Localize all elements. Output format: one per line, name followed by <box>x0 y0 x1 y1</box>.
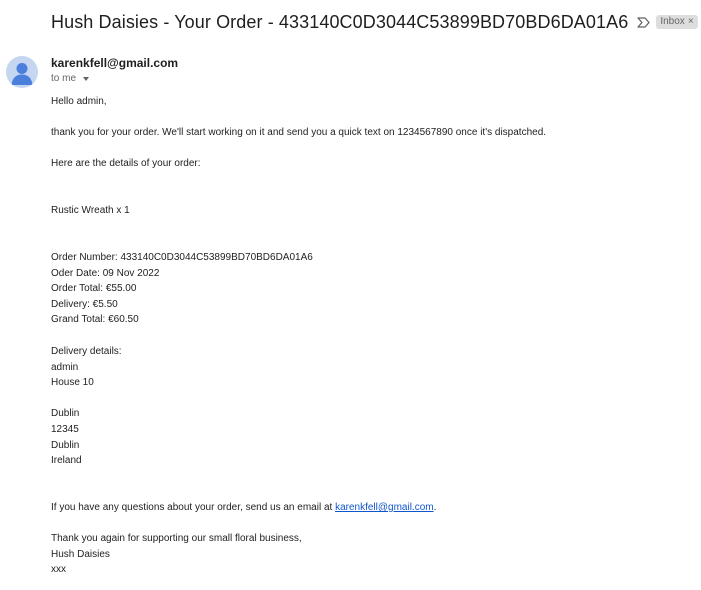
address-line: Dublin <box>51 439 80 451</box>
chevron-down-icon[interactable] <box>83 77 90 81</box>
details-heading: Here are the details of your order: <box>51 158 201 169</box>
questions-suffix: . <box>433 502 437 513</box>
sender-avatar[interactable] <box>6 56 38 88</box>
greeting-text: Hello admin, <box>51 96 107 107</box>
recipient-details-toggle[interactable]: to me <box>51 73 90 84</box>
sender-email[interactable]: karenkfell@gmail.com <box>51 56 178 70</box>
signature-text: Hush Daisies <box>51 548 110 560</box>
recipient-label: to me <box>51 73 77 84</box>
order-number: Order Number: 433140C0D3044C53899BD70BD6… <box>51 252 313 263</box>
signoff-text: xxx <box>51 564 66 576</box>
remove-label-button[interactable]: × <box>688 16 694 28</box>
inbox-label-chip: Inbox × <box>656 15 698 29</box>
intro-text: thank you for your order. We'll start wo… <box>51 127 547 138</box>
order-item: Rustic Wreath x 1 <box>51 205 130 216</box>
email-subject: Hush Daisies - Your Order - 433140C0D304… <box>51 11 629 32</box>
grand-total: Grand Total: €60.50 <box>51 314 139 326</box>
important-marker-icon[interactable] <box>637 15 650 29</box>
thanks-text: Thank you again for supporting our small… <box>51 533 302 544</box>
address-line: House 10 <box>51 377 94 389</box>
order-date: Oder Date: 09 Nov 2022 <box>51 267 160 279</box>
address-line: Dublin <box>51 408 80 420</box>
delivery-heading: Delivery details: <box>51 346 122 357</box>
delivery-cost: Delivery: €5.50 <box>51 298 118 310</box>
address-line: 12345 <box>51 424 79 435</box>
questions-text: If you have any questions about your ord… <box>51 500 436 516</box>
inbox-label-text: Inbox <box>660 16 685 27</box>
address-line: Ireland <box>51 455 82 467</box>
order-total: Order Total: €55.00 <box>51 283 137 295</box>
questions-prefix: If you have any questions about your ord… <box>51 502 336 513</box>
contact-email-link[interactable]: karenkfell@gmail.com <box>335 502 434 513</box>
email-subject-row: Hush Daisies - Your Order - 433140C0D304… <box>51 8 698 36</box>
address-line: admin <box>51 361 79 373</box>
